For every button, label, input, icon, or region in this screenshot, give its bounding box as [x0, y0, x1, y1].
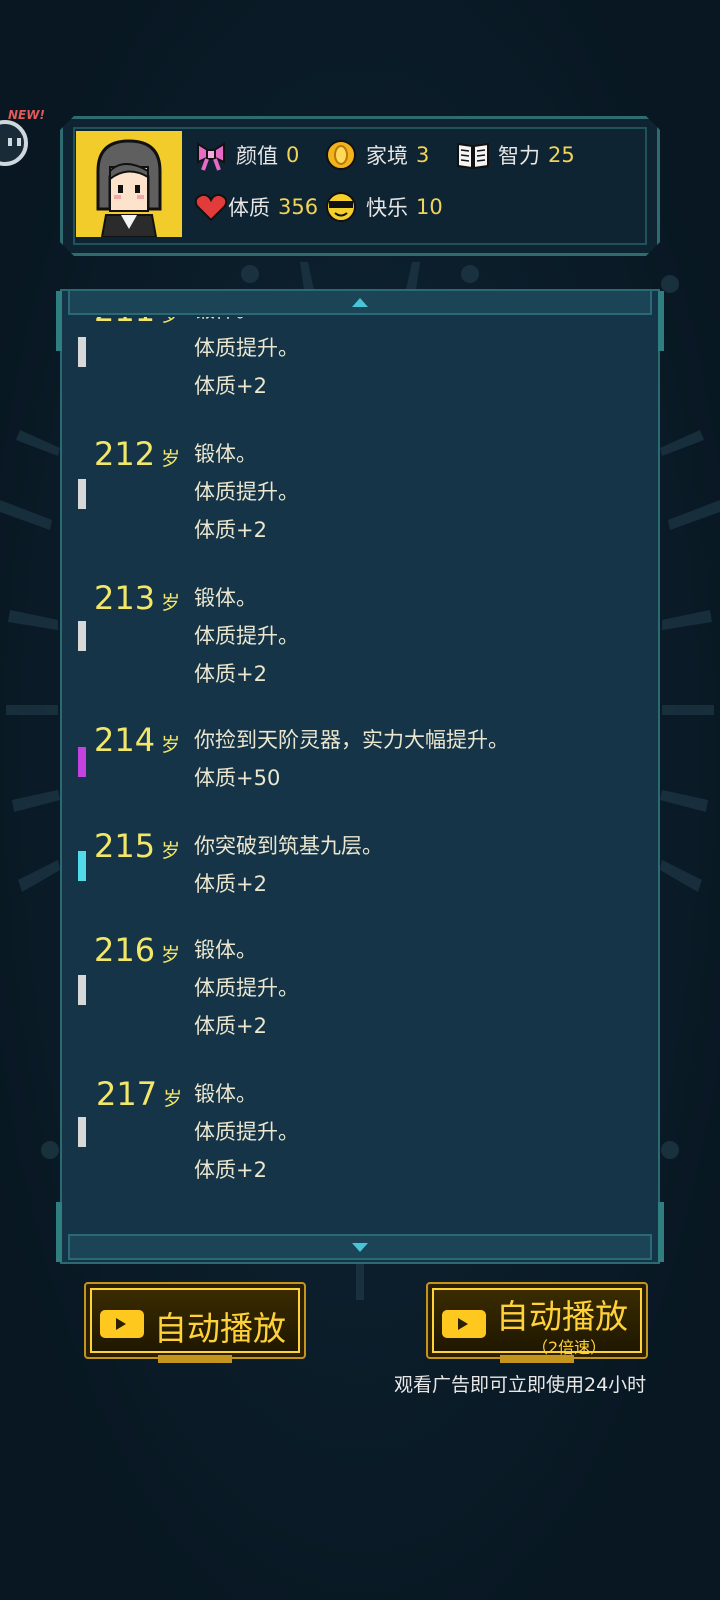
arrow-up-icon: [352, 297, 368, 307]
life-log-panel[interactable]: 211岁 锻体。 体质提升。 体质+2 212岁 锻体。 体质提升。 体质+2 …: [56, 289, 664, 1264]
log-line: 你捡到天阶灵器，实力大幅提升。: [194, 728, 509, 752]
event-rarity-marker: [78, 479, 86, 509]
stat-label: 智力: [498, 144, 540, 168]
log-line: 体质+2: [194, 1014, 267, 1038]
ribbon-icon: [194, 138, 228, 172]
log-line: 体质提升。: [194, 336, 299, 360]
event-rarity-marker: [78, 1117, 86, 1147]
arrow-down-icon: [352, 1242, 368, 1252]
stat-intelligence: 智力 25: [456, 138, 575, 172]
log-age: 216 岁: [94, 931, 181, 969]
log-line: 体质提升。: [194, 624, 299, 648]
event-rarity-marker: [78, 851, 86, 881]
event-rarity-marker: [78, 747, 86, 777]
log-line: 锻体。: [194, 586, 257, 610]
event-rarity-marker: [78, 337, 86, 367]
log-line: 锻体。: [194, 938, 257, 962]
log-age: 217 岁: [96, 1075, 183, 1113]
stat-value: 25: [548, 143, 575, 167]
stat-value: 0: [286, 143, 300, 167]
stat-constitution: 体质 356: [194, 190, 318, 224]
autoplay-2x-button[interactable]: 自动播放 （2倍速）: [426, 1282, 648, 1363]
stat-label: 体质: [228, 196, 270, 220]
log-age: 213 岁: [94, 579, 181, 617]
log-line: 体质+2: [194, 374, 267, 398]
new-badge[interactable]: NEW!: [0, 108, 45, 166]
heart-icon: [194, 190, 228, 224]
robot-face-icon: [0, 120, 28, 166]
stat-family: 家境 3: [324, 138, 429, 172]
log-line: 体质提升。: [194, 976, 299, 1000]
autoplay-2x-label: 自动播放: [496, 1297, 628, 1336]
log-line: 体质+2: [194, 662, 267, 686]
stat-happiness: 快乐 10: [324, 190, 443, 224]
log-age: 214 岁: [94, 721, 181, 759]
event-rarity-marker: [78, 975, 86, 1005]
log-age: 212 岁: [94, 435, 181, 473]
scroll-up-button[interactable]: [68, 289, 652, 315]
stat-value: 3: [416, 143, 430, 167]
stat-label: 颜值: [236, 144, 278, 168]
sunglasses-smiley-icon: [324, 190, 358, 224]
stat-value: 10: [416, 195, 443, 219]
ad-reward-note: 观看广告即可立即使用24小时: [394, 1374, 647, 1396]
scroll-down-button[interactable]: [68, 1234, 652, 1260]
coin-icon: [324, 138, 358, 172]
stat-label: 家境: [366, 144, 408, 168]
new-label: NEW!: [8, 108, 45, 122]
log-line: 锻体。: [194, 1082, 257, 1106]
stat-value: 356: [278, 195, 319, 219]
life-log-list[interactable]: 211岁 锻体。 体质提升。 体质+2 212岁 锻体。 体质提升。 体质+2 …: [62, 317, 658, 1225]
avatar[interactable]: [76, 131, 182, 237]
log-line: 体质+2: [194, 872, 267, 896]
video-camera-icon: [442, 1310, 486, 1338]
log-line: 体质+50: [194, 766, 281, 790]
log-line: 体质+2: [194, 1158, 267, 1182]
log-line: 锻体。: [194, 317, 299, 333]
log-line: 体质提升。: [194, 1120, 299, 1144]
log-age: 211岁: [94, 317, 180, 329]
book-icon: [456, 138, 490, 172]
log-line: 你突破到筑基九层。: [194, 834, 383, 858]
log-line: 锻体。: [194, 442, 257, 466]
stat-appearance: 颜值 0: [194, 138, 299, 172]
video-camera-icon: [100, 1310, 144, 1338]
stat-label: 快乐: [366, 196, 408, 220]
autoplay-button[interactable]: 自动播放: [84, 1282, 306, 1363]
log-line: 体质+2: [194, 518, 267, 542]
event-rarity-marker: [78, 621, 86, 651]
autoplay-label: 自动播放: [154, 1309, 286, 1348]
log-age: 215 岁: [94, 827, 181, 865]
log-line: 体质提升。: [194, 480, 299, 504]
